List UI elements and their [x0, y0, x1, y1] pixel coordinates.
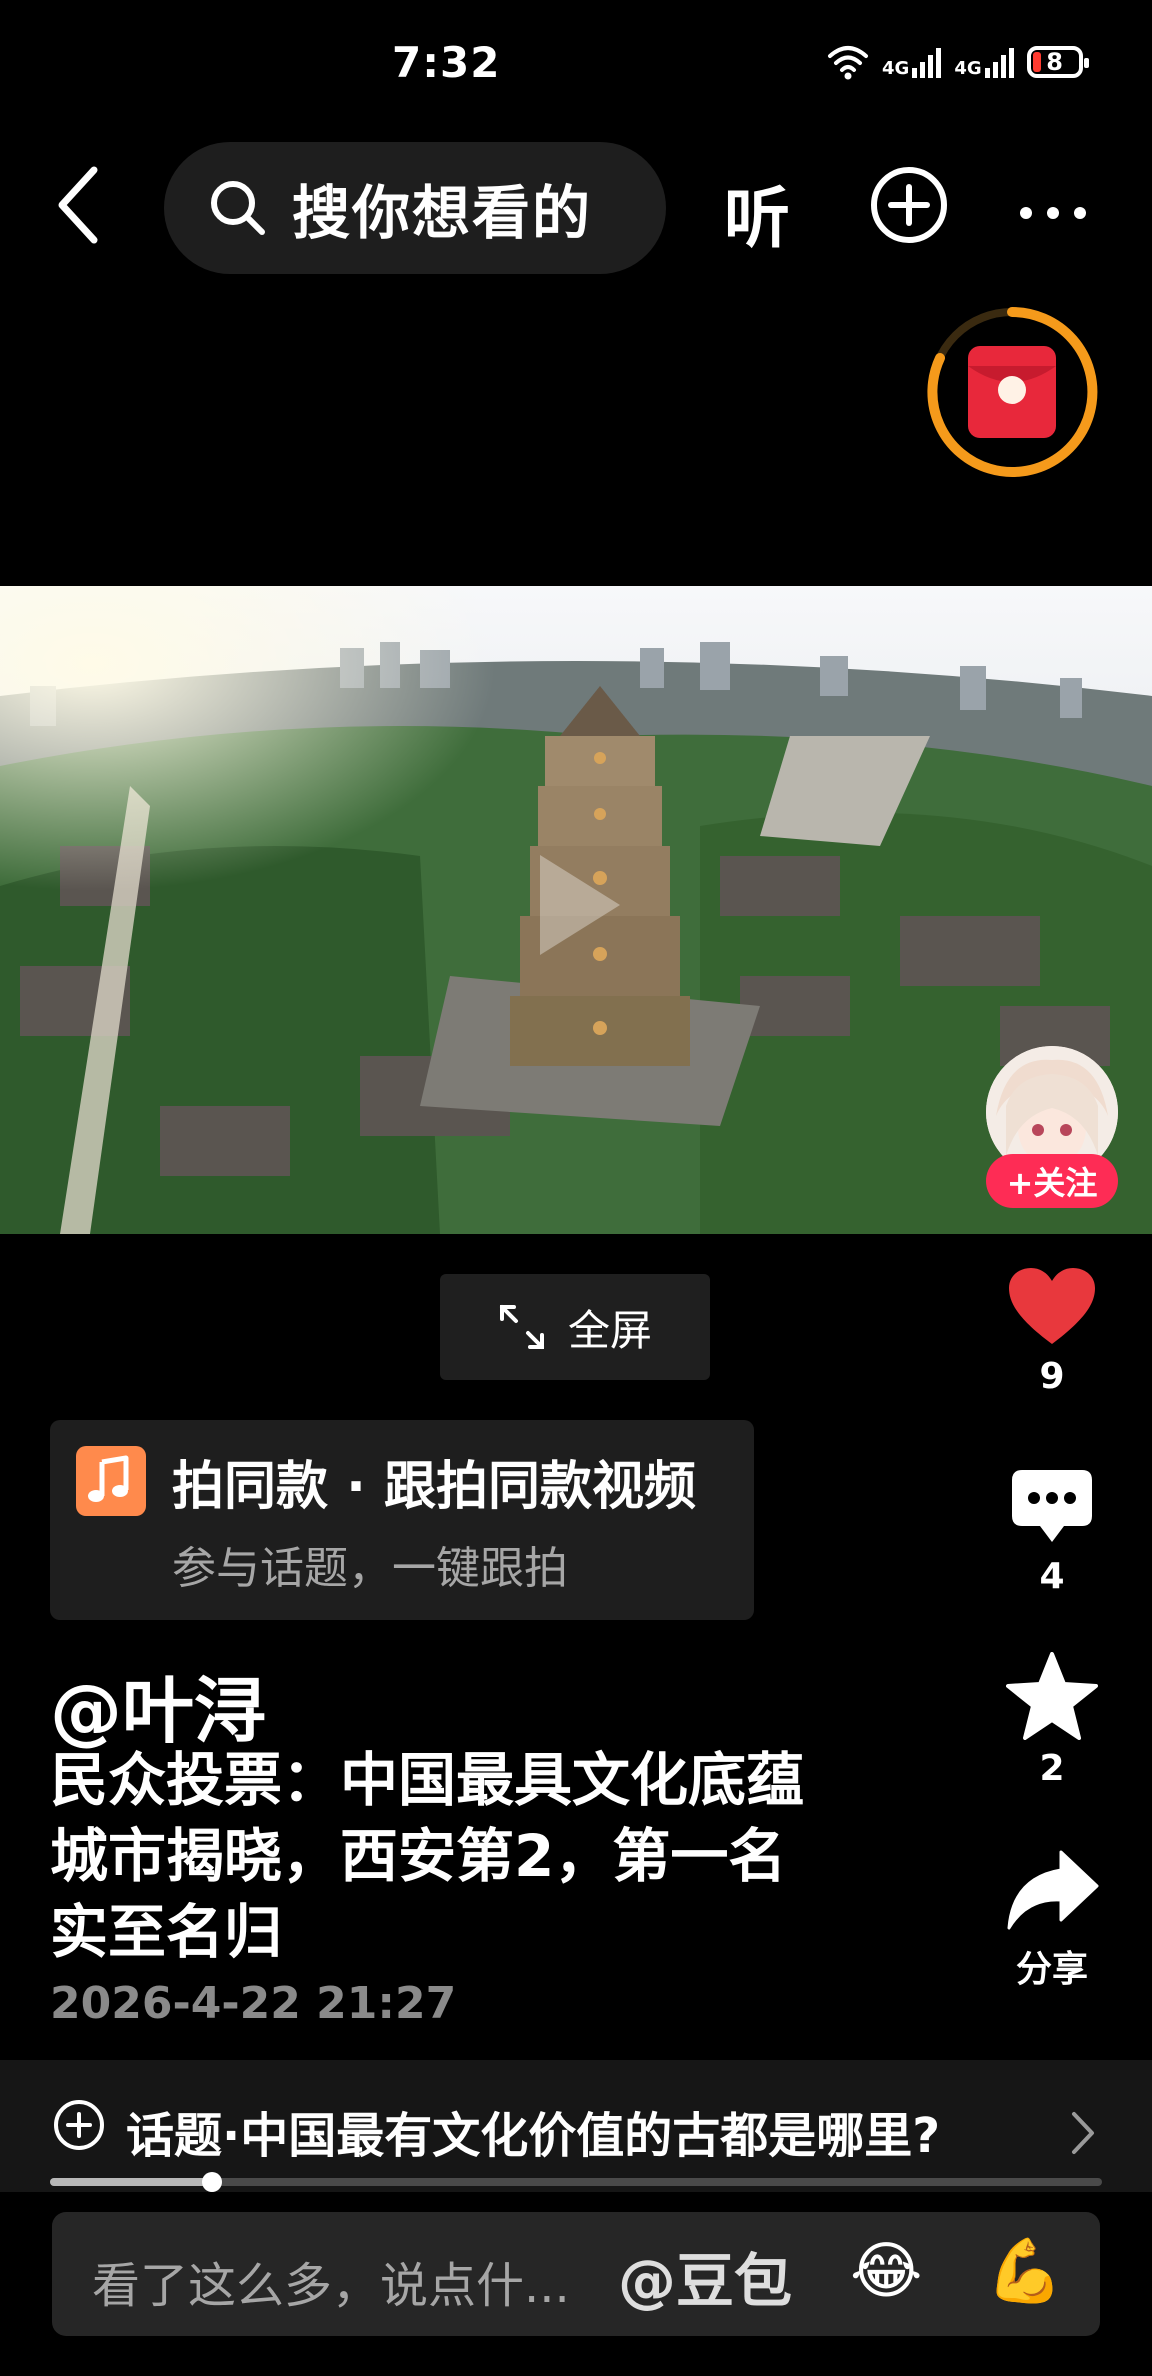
network-type-2: 4G	[954, 58, 982, 79]
topic-plus-icon	[54, 2100, 104, 2150]
play-button[interactable]	[500, 830, 650, 980]
red-envelope-icon	[927, 306, 1098, 477]
star-icon	[1006, 1652, 1098, 1740]
favorite-button[interactable]: 2	[990, 1652, 1114, 1789]
share-label: 分享	[1015, 1949, 1088, 1990]
comment-count: 4	[1039, 1556, 1065, 1597]
signal-icon-1: 4G	[882, 46, 942, 78]
caption-line: 城市揭晓，西安第2，第一名	[50, 1822, 787, 1890]
battery-icon: 8	[1026, 46, 1089, 78]
more-button[interactable]	[1018, 188, 1088, 221]
caption-line: 民众投票：中国最具文化底蕴	[50, 1746, 805, 1814]
same-style-card[interactable]: 拍同款 · 跟拍同款视频 参与话题，一键跟拍	[50, 1420, 754, 1620]
comment-placeholder: 看了这么多，说点什...	[92, 2258, 570, 2314]
listen-button[interactable]: 听	[724, 165, 790, 261]
fullscreen-label: 全屏	[567, 1305, 652, 1355]
play-icon	[540, 855, 620, 955]
like-count: 9	[1039, 1356, 1065, 1397]
search-placeholder: 搜你想看的	[292, 179, 593, 247]
video-caption: 民众投票：中国最具文化底蕴 城市揭晓，西安第2，第一名 实至名归	[50, 1742, 900, 1970]
card-title: 拍同款 · 跟拍同款视频	[172, 1457, 696, 1517]
signal-icon-2: 4G	[954, 46, 1014, 78]
favorite-count: 2	[1039, 1748, 1065, 1789]
heart-icon	[1009, 1268, 1095, 1344]
card-subtitle: 参与话题，一键跟拍	[172, 1543, 568, 1594]
share-button[interactable]: 分享	[990, 1848, 1114, 1992]
chevron-left-icon	[58, 166, 98, 244]
caption-line: 实至名归	[50, 1898, 283, 1966]
muscle-emoji-button[interactable]: 💪	[986, 2234, 1063, 2308]
like-button[interactable]: 9	[990, 1266, 1114, 1397]
status-icons: 4G 4G 8	[826, 44, 1089, 80]
topic-label: 话题·中国最有文化价值的古都是哪里?	[126, 2108, 941, 2164]
battery-level: 8	[1046, 48, 1063, 76]
chevron-right-icon	[1072, 2112, 1094, 2154]
mention-button[interactable]: @豆包	[618, 2234, 792, 2318]
search-icon	[211, 181, 265, 235]
comment-bubble-icon	[1012, 1470, 1092, 1542]
search-bar[interactable]: 搜你想看的	[164, 142, 666, 274]
laugh-emoji-button[interactable]: 😂	[850, 2234, 922, 2307]
more-dots-icon	[1020, 207, 1086, 219]
post-timestamp: 2026-4-22 21:27	[50, 1978, 457, 2029]
plus-circle-icon	[871, 167, 947, 243]
fullscreen-button[interactable]: 全屏	[440, 1274, 710, 1380]
network-type-1: 4G	[882, 58, 910, 79]
progress-handle[interactable]	[202, 2172, 222, 2192]
comment-button[interactable]: 4	[990, 1466, 1114, 1597]
red-packet-button[interactable]	[926, 306, 1098, 478]
comment-input[interactable]: 看了这么多，说点什... @豆包 😂 💪	[52, 2212, 1100, 2336]
music-note-icon	[76, 1446, 146, 1516]
wifi-icon	[828, 46, 868, 80]
follow-button[interactable]: +关注	[986, 1154, 1118, 1208]
back-button[interactable]	[50, 160, 110, 250]
expand-icon	[499, 1305, 544, 1349]
status-time: 7:32	[392, 38, 501, 87]
progress-fill	[50, 2178, 212, 2186]
share-arrow-icon	[1007, 1850, 1099, 1930]
add-button[interactable]	[870, 166, 948, 244]
